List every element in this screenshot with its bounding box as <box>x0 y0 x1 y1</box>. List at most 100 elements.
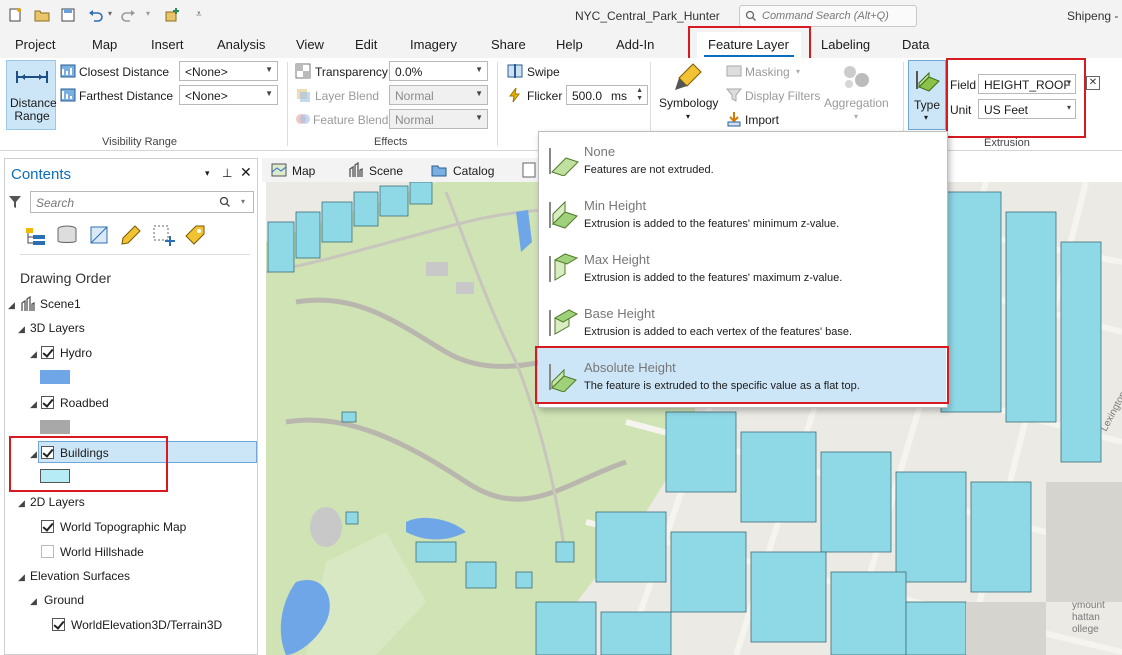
hydro-visibility-checkbox[interactable] <box>41 346 54 359</box>
scene-label[interactable]: Scene1 <box>40 297 81 311</box>
hydro-symbol-swatch[interactable] <box>40 370 70 384</box>
group-2d-layers[interactable]: 2D Layers <box>30 495 85 509</box>
tab-map[interactable]: Map <box>92 37 117 52</box>
collapse-icon[interactable]: ◢ <box>30 349 37 360</box>
terrain-visibility-checkbox[interactable] <box>52 618 65 631</box>
group-3d-layers[interactable]: 3D Layers <box>30 321 85 335</box>
extrusion-base-height-icon <box>549 309 579 336</box>
user-name[interactable]: Shipeng - <box>1067 9 1118 23</box>
tab-insert[interactable]: Insert <box>151 37 184 52</box>
roadbed-visibility-checkbox[interactable] <box>41 396 54 409</box>
pin-icon[interactable]: ⊥ <box>222 166 232 180</box>
collapse-icon[interactable]: ◢ <box>18 572 25 583</box>
extrusion-type-button[interactable]: Type ▾ <box>908 60 946 130</box>
layer-hydro[interactable]: Hydro <box>60 346 92 360</box>
collapse-icon[interactable]: ◢ <box>30 399 37 410</box>
aggregation-icon <box>844 66 869 88</box>
open-folder-icon[interactable] <box>34 7 50 23</box>
close-icon[interactable]: ✕ <box>240 164 252 181</box>
extrusion-option-none[interactable] <box>539 132 945 186</box>
tab-add-in[interactable]: Add-In <box>616 37 654 52</box>
extrusion-type-icon <box>916 71 940 92</box>
chevron-down-icon: ▼ <box>475 65 483 74</box>
tab-edit[interactable]: Edit <box>355 37 377 52</box>
extrusion-option-base-height[interactable] <box>539 294 945 348</box>
contents-search-input[interactable]: Search ▾ <box>30 191 254 213</box>
view-tab-scene[interactable]: Scene <box>369 164 403 178</box>
redo-dropdown-icon[interactable]: ▾ <box>146 9 150 18</box>
pane-options-icon[interactable]: ▾ <box>205 168 210 179</box>
filter-icon[interactable] <box>9 195 21 209</box>
customize-toolbar-icon[interactable]: ⩡ <box>196 9 202 20</box>
tab-labeling[interactable]: Labeling <box>821 37 870 52</box>
transparency-combo[interactable]: 0.0% ▼ <box>389 61 488 81</box>
tab-imagery[interactable]: Imagery <box>410 37 457 52</box>
tab-project[interactable]: Project <box>15 37 55 52</box>
list-by-selection-icon[interactable] <box>88 225 110 245</box>
farthest-distance-combo[interactable]: <None> ▼ <box>179 85 278 105</box>
chevron-down-icon[interactable]: ▾ <box>241 197 245 206</box>
list-by-labeling-icon[interactable] <box>184 224 206 246</box>
feature-blend-value: Normal <box>395 113 434 127</box>
symbology-button[interactable]: Symbology ▾ <box>655 60 723 130</box>
extrusion-option-max-height[interactable] <box>539 240 945 294</box>
layer-world-hillshade[interactable]: World Hillshade <box>60 545 144 559</box>
swipe-button[interactable]: Swipe <box>527 65 560 79</box>
command-search-placeholder: Command Search (Alt+Q) <box>762 10 889 22</box>
tab-data[interactable]: Data <box>902 37 929 52</box>
list-by-snapping-icon[interactable] <box>152 224 176 246</box>
extrusion-option-min-height[interactable] <box>539 186 945 240</box>
distance-range-icon <box>16 71 48 83</box>
list-by-drawing-order-icon[interactable] <box>25 226 47 246</box>
map-college-label-line-1: ymount <box>1072 600 1105 611</box>
flicker-unit: ms <box>611 89 627 103</box>
layer-world-topographic[interactable]: World Topographic Map <box>60 520 186 534</box>
ground-surface[interactable]: Ground <box>44 593 84 607</box>
aggregation-button[interactable]: Aggregation ▾ <box>822 60 892 130</box>
extrusion-option-base-height-title: Base Height <box>584 306 655 321</box>
layer-terrain[interactable]: WorldElevation3D/Terrain3D <box>71 618 222 632</box>
flicker-interval-input[interactable]: 500.0 ms ▲ ▼ <box>566 85 648 105</box>
tab-share[interactable]: Share <box>491 37 526 52</box>
layer-roadbed[interactable]: Roadbed <box>60 396 109 410</box>
absolute-height-highlight <box>535 346 949 404</box>
command-search-box[interactable]: Command Search (Alt+Q) <box>739 5 917 27</box>
display-filters-button[interactable]: Display Filters <box>745 89 820 103</box>
farthest-distance-value: <None> <box>185 89 228 103</box>
save-icon[interactable] <box>60 7 76 23</box>
collapse-icon[interactable]: ◢ <box>8 300 15 311</box>
list-by-data-source-icon[interactable] <box>56 225 78 245</box>
collapse-icon[interactable]: ◢ <box>18 324 25 335</box>
tab-view[interactable]: View <box>296 37 324 52</box>
roadbed-symbol-swatch[interactable] <box>40 420 70 434</box>
catalog-view-icon <box>431 165 447 177</box>
layer-blend-combo[interactable]: Normal ▼ <box>389 85 488 105</box>
undo-icon[interactable] <box>88 7 104 23</box>
list-by-editing-icon[interactable] <box>120 224 142 246</box>
view-tab-map[interactable]: Map <box>292 164 315 178</box>
masking-button[interactable]: Masking <box>745 65 790 79</box>
expression-button[interactable]: ✕ <box>1086 76 1100 90</box>
distance-range-button[interactable]: Distance Range <box>6 60 57 130</box>
closest-distance-combo[interactable]: <None> ▼ <box>179 61 278 81</box>
visibility-range-group-label: Visibility Range <box>102 136 178 148</box>
tab-analysis[interactable]: Analysis <box>217 37 265 52</box>
transparency-icon <box>295 63 311 79</box>
collapse-icon[interactable]: ◢ <box>18 498 25 509</box>
view-tab-catalog[interactable]: Catalog <box>453 164 494 178</box>
spinner-arrows-icon[interactable]: ▲ ▼ <box>636 87 643 103</box>
topographic-visibility-checkbox[interactable] <box>41 520 54 533</box>
feature-blend-icon <box>296 114 310 124</box>
group-elevation-surfaces[interactable]: Elevation Surfaces <box>30 569 130 583</box>
import-button[interactable]: Import <box>745 113 779 127</box>
extrusion-max-height-icon <box>549 253 579 282</box>
redo-icon[interactable] <box>120 7 136 23</box>
feature-blend-combo[interactable]: Normal ▼ <box>389 109 488 129</box>
new-project-icon[interactable] <box>8 7 24 23</box>
undo-dropdown-icon[interactable]: ▾ <box>108 9 112 18</box>
add-data-icon[interactable] <box>164 7 180 23</box>
hillshade-visibility-checkbox[interactable] <box>41 545 54 558</box>
flicker-button[interactable]: Flicker <box>527 89 562 103</box>
tab-help[interactable]: Help <box>556 37 583 52</box>
collapse-icon[interactable]: ◢ <box>30 596 37 607</box>
